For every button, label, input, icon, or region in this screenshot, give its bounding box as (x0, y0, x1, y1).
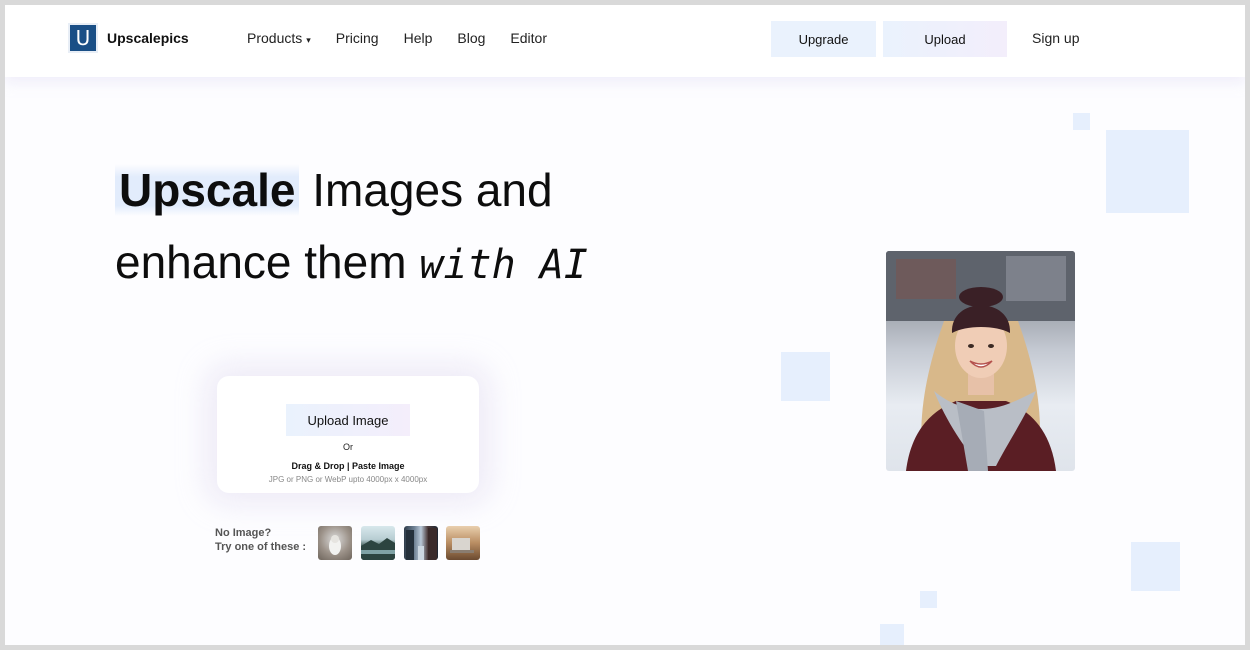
hero-line1-rest: Images and (299, 164, 553, 216)
portrait-illustration (886, 251, 1075, 471)
sample-thumbnail[interactable] (446, 526, 480, 560)
nav-editor[interactable]: Editor (510, 30, 547, 46)
sample-animal-image (329, 535, 341, 555)
sample-street-image (406, 528, 437, 560)
decor-square (880, 624, 904, 645)
main-nav: Products ▾ Pricing Help Blog Editor (247, 30, 572, 46)
hero-highlight: Upscale (115, 164, 300, 216)
hero-portrait-image (886, 251, 1075, 471)
page: U Upscalepics Products ▾ Pricing Help Blo… (5, 5, 1245, 645)
nav-pricing[interactable]: Pricing (336, 30, 379, 46)
nav-blog[interactable]: Blog (457, 30, 485, 46)
chevron-down-icon: ▾ (306, 35, 311, 45)
hero-title-line-2: enhance them with AI (115, 235, 588, 289)
nav-products-label: Products (247, 30, 303, 46)
sample-laptop-image (450, 538, 474, 553)
hero-title-line-1: Upscale Images and (115, 163, 553, 217)
drag-drop-text: Drag & Drop | Paste Image (291, 461, 405, 471)
nav-products[interactable]: Products ▾ (247, 30, 311, 46)
nav-help[interactable]: Help (404, 30, 433, 46)
decor-square (920, 591, 937, 608)
upgrade-button[interactable]: Upgrade (771, 21, 876, 57)
decor-square (1106, 130, 1189, 213)
decor-square (1073, 113, 1090, 130)
upload-dropzone[interactable]: Upload Image Or Drag & Drop | Paste Imag… (217, 376, 479, 493)
logo-icon[interactable]: U (68, 23, 98, 53)
sample-landscape-image (361, 538, 395, 560)
sample-prompt-line1: No Image? (215, 527, 272, 539)
upload-button[interactable]: Upload (883, 21, 1007, 57)
sample-thumbnail[interactable] (361, 526, 395, 560)
format-hint: JPG or PNG or WebP upto 4000px x 4000px (268, 475, 428, 484)
hero-script-text: with AI (419, 242, 588, 288)
signup-link[interactable]: Sign up (1032, 30, 1079, 46)
decor-square (1131, 542, 1180, 591)
sample-thumbnail[interactable] (404, 526, 438, 560)
sample-prompt-line2: Try one of these : (215, 541, 307, 553)
decor-square (781, 352, 830, 401)
sample-prompt: No Image? Try one of these : (215, 526, 306, 554)
or-divider: Or (343, 442, 353, 452)
hero-line2-main: enhance them (115, 236, 420, 288)
header: U Upscalepics Products ▾ Pricing Help Blo… (5, 5, 1245, 77)
upload-image-button[interactable]: Upload Image (286, 404, 410, 436)
logo-letter: U (75, 26, 91, 50)
sample-thumbnail[interactable] (318, 526, 352, 560)
brand-name[interactable]: Upscalepics (107, 30, 189, 46)
